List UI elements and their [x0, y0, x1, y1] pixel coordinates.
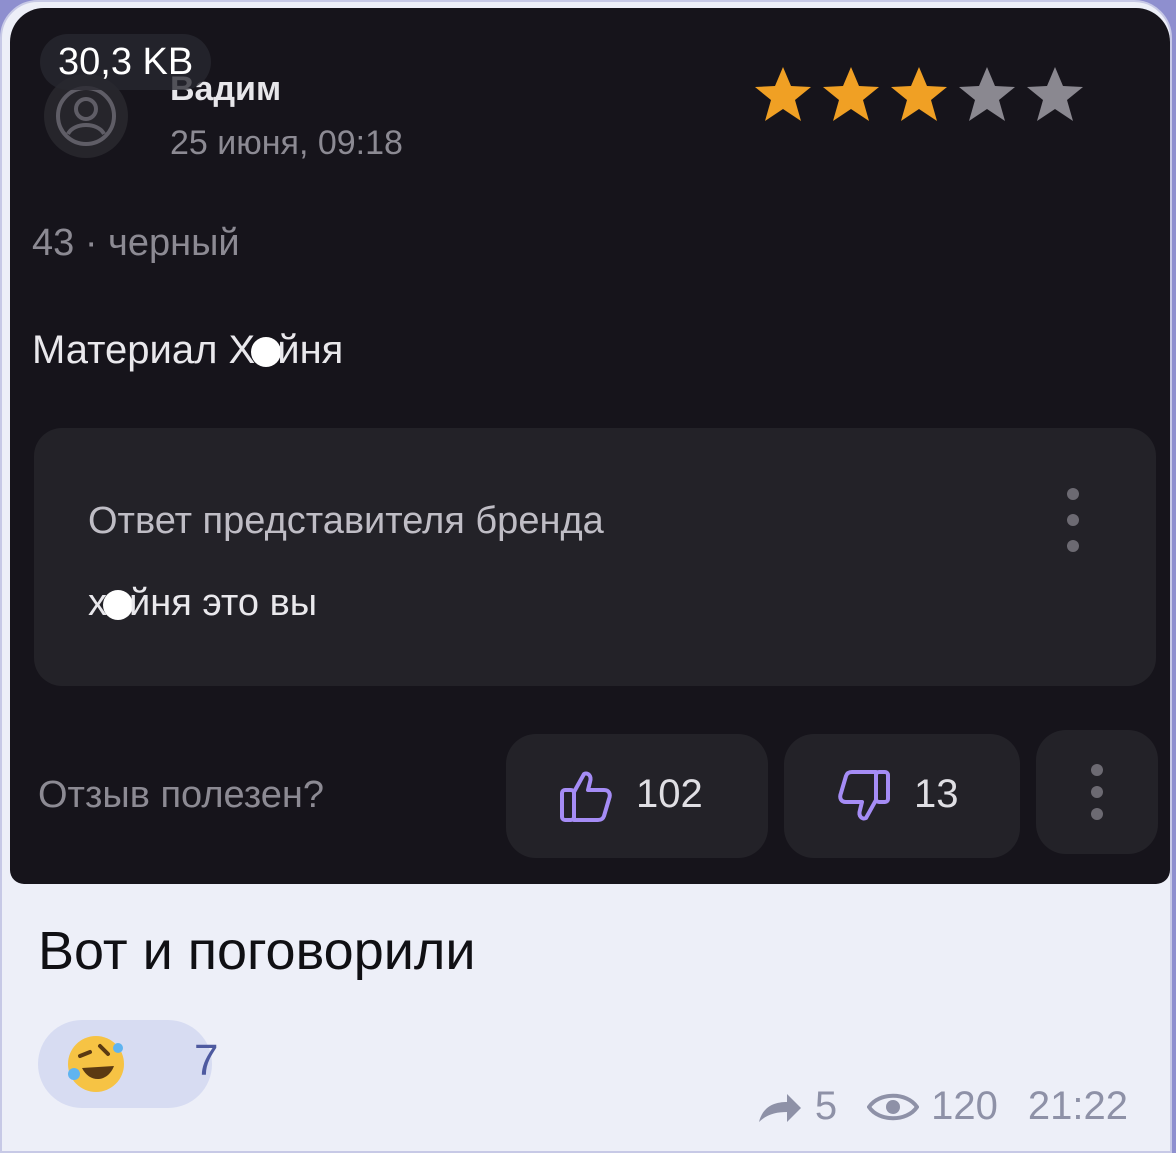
message-meta: 5 120 21:22	[757, 1084, 1128, 1129]
star-empty-icon	[959, 67, 1015, 121]
star-filled-icon	[823, 67, 879, 121]
reaction-count: 7	[194, 1036, 219, 1085]
more-vertical-icon[interactable]	[1048, 480, 1098, 560]
message-bubble: 30,3 KB Вадим 25 июня, 09:18 43 · черный…	[0, 0, 1172, 1153]
attached-photo[interactable]: 30,3 KB Вадим 25 июня, 09:18 43 · черный…	[10, 8, 1170, 884]
rating-stars	[752, 64, 1086, 126]
review-text-start: Материал Х	[32, 328, 256, 372]
message-time: 21:22	[1027, 1084, 1128, 1128]
dislike-button[interactable]: 13	[784, 734, 1020, 858]
thumbs-down-icon	[838, 770, 890, 821]
helpful-label: Отзыв полезен?	[38, 774, 325, 816]
star-filled-icon	[755, 67, 811, 121]
view-count: 120	[931, 1084, 998, 1128]
brand-reply-text-end: йня это вы	[129, 582, 318, 624]
brand-reply: Ответ представителя бренда х йня это вы	[34, 428, 1156, 686]
brand-reply-title: Ответ представителя бренда	[88, 500, 604, 542]
review-date: 25 июня, 09:18	[170, 124, 403, 162]
rolling-on-floor-laughing-emoji-icon	[68, 1036, 124, 1092]
more-vertical-icon	[1091, 764, 1103, 820]
review-text-end: йня	[277, 328, 344, 372]
thumbs-up-icon	[560, 771, 612, 822]
eye-icon	[867, 1093, 920, 1120]
like-count: 102	[636, 772, 703, 816]
forward-count: 5	[814, 1084, 838, 1128]
star-empty-icon	[1027, 67, 1083, 121]
forward-icon	[758, 1093, 801, 1122]
size-color-label: 43 · черный	[32, 222, 240, 264]
user-icon	[56, 86, 116, 146]
brand-reply-text: х йня это вы	[88, 582, 317, 625]
review-text: Материал Х йня	[32, 328, 343, 373]
message-caption: Вот и поговорили	[38, 921, 476, 981]
like-button[interactable]: 102	[506, 734, 768, 858]
reaction-chip[interactable]: 7	[38, 1020, 218, 1108]
review-more-button[interactable]	[1036, 730, 1158, 854]
dislike-count: 13	[914, 772, 959, 816]
star-filled-icon	[891, 67, 947, 121]
file-size-badge: 30,3 KB	[40, 34, 212, 90]
